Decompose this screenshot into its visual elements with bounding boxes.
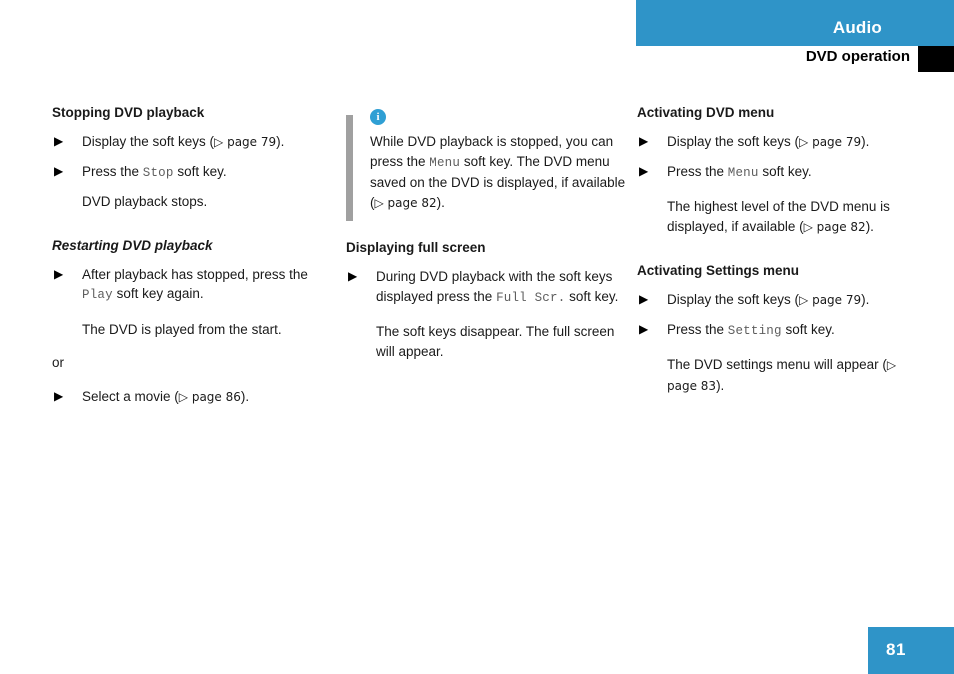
- info-box-rule: [346, 115, 353, 221]
- step-bullet-icon: ▶: [54, 266, 64, 281]
- section-title: DVD operation: [805, 48, 910, 65]
- soft-key-label-menu: Menu: [429, 155, 461, 170]
- heading-restarting-dvd-playback: Restarting DVD playback: [52, 237, 213, 253]
- soft-key-label-setting: Setting: [727, 323, 782, 338]
- step-select-a-movie: ▶ Select a movie (▷ page 86).: [52, 387, 322, 408]
- step-display-soft-keys: ▶ Display the soft keys (▷ page 79).: [52, 132, 322, 153]
- result-dvd-played-from-start: The DVD is played from the start.: [82, 321, 282, 337]
- step-text: After playback has stopped, press the: [82, 266, 308, 282]
- step-press-stop: ▶ Press the Stop soft key.: [52, 162, 322, 184]
- left-column: Stopping DVD playback ▶ Display the soft…: [52, 104, 322, 416]
- cross-reference-link[interactable]: ▷ page 86: [179, 390, 241, 404]
- step-text: Display the soft keys (: [82, 134, 215, 149]
- step-text: Select a movie (: [82, 388, 179, 404]
- step-text-end: ).: [861, 134, 870, 149]
- page-number-badge: 81: [868, 627, 954, 674]
- heading-activating-settings-menu: Activating Settings menu: [637, 263, 800, 278]
- step-text: Press the: [667, 163, 728, 179]
- result-dvd-settings-menu: The DVD settings menu will appear (▷ pag…: [637, 355, 927, 396]
- step-text: Press the: [82, 163, 143, 179]
- soft-key-label-menu: Menu: [727, 165, 759, 180]
- step-text-end: ).: [240, 388, 250, 404]
- chapter-title: Audio: [832, 18, 882, 37]
- soft-key-label-full-scr: Full Scr.: [496, 290, 566, 305]
- result-text: The DVD settings menu will appear (: [667, 357, 887, 372]
- cross-reference-link[interactable]: ▷ page 82: [375, 196, 437, 210]
- cross-reference-link[interactable]: ▷ page 79: [799, 135, 861, 149]
- corner-marker-block: [918, 46, 954, 72]
- info-callout-text: While DVD playback is stopped, you can p…: [370, 132, 631, 213]
- result-text-end: ).: [716, 377, 725, 393]
- info-text-part-4: ).: [436, 194, 445, 210]
- step-text-end: soft key.: [173, 163, 227, 179]
- cross-reference-link[interactable]: ▷ page 79: [214, 135, 276, 149]
- middle-column: While DVD playback is stopped, you can p…: [346, 104, 631, 370]
- step-display-soft-keys-settings: ▶ Display the soft keys (▷ page 79).: [637, 290, 927, 311]
- step-text: Display the soft keys (: [667, 292, 800, 307]
- step-bullet-icon: ▶: [639, 134, 649, 148]
- step-bullet-icon: ▶: [54, 163, 64, 178]
- step-display-soft-keys: ▶ Display the soft keys (▷ page 79).: [637, 132, 927, 153]
- result-text-end: ).: [865, 218, 874, 234]
- step-bullet-icon: ▶: [54, 388, 64, 403]
- step-press-setting: ▶ Press the Setting soft key.: [637, 320, 927, 342]
- step-bullet-icon: ▶: [54, 134, 64, 148]
- step-text: Press the: [667, 321, 728, 337]
- info-callout-box: While DVD playback is stopped, you can p…: [346, 109, 631, 221]
- section-header: DVD operation: [636, 46, 954, 72]
- page-number: 81: [886, 640, 906, 659]
- step-bullet-icon: ▶: [348, 269, 358, 283]
- right-column: Activating DVD menu ▶ Display the soft k…: [637, 104, 927, 405]
- info-circle-icon: [370, 109, 386, 125]
- heading-stopping-dvd-playback: Stopping DVD playback: [52, 105, 205, 120]
- step-text-end: soft key again.: [112, 286, 204, 301]
- cross-reference-link[interactable]: ▷ page 82: [804, 220, 866, 234]
- step-press-play-again: ▶ After playback has stopped, press the …: [52, 265, 322, 306]
- step-press-full-screen: ▶ During DVD playback with the soft keys…: [346, 267, 631, 308]
- result-highest-level-dvd-menu: The highest level of the DVD menu is dis…: [637, 197, 927, 237]
- heading-activating-dvd-menu: Activating DVD menu: [637, 105, 775, 120]
- result-dvd-playback-stops: DVD playback stops.: [82, 194, 208, 209]
- conjunction-or: or: [52, 355, 65, 370]
- soft-key-label-play: Play: [82, 288, 113, 302]
- step-text-end: ).: [276, 134, 285, 149]
- step-press-menu: ▶ Press the Menu soft key.: [637, 162, 927, 184]
- step-text-end: soft key.: [781, 321, 835, 337]
- step-bullet-icon: ▶: [639, 163, 649, 178]
- info-text-part-2: soft key.: [460, 153, 514, 169]
- step-text: Display the soft keys (: [667, 134, 800, 149]
- soft-key-label-stop: Stop: [142, 165, 174, 180]
- chapter-header-bar: Audio: [636, 0, 954, 46]
- step-text-end: ).: [861, 292, 870, 307]
- step-bullet-icon: ▶: [639, 292, 649, 306]
- heading-displaying-full-screen: Displaying full screen: [346, 240, 486, 255]
- step-text-end: soft key.: [565, 288, 619, 304]
- result-soft-keys-disappear: The soft keys disappear. The full screen…: [376, 324, 615, 359]
- step-bullet-icon: ▶: [639, 321, 649, 336]
- step-text-end: soft key.: [758, 163, 812, 179]
- cross-reference-link[interactable]: ▷ page 79: [799, 293, 861, 307]
